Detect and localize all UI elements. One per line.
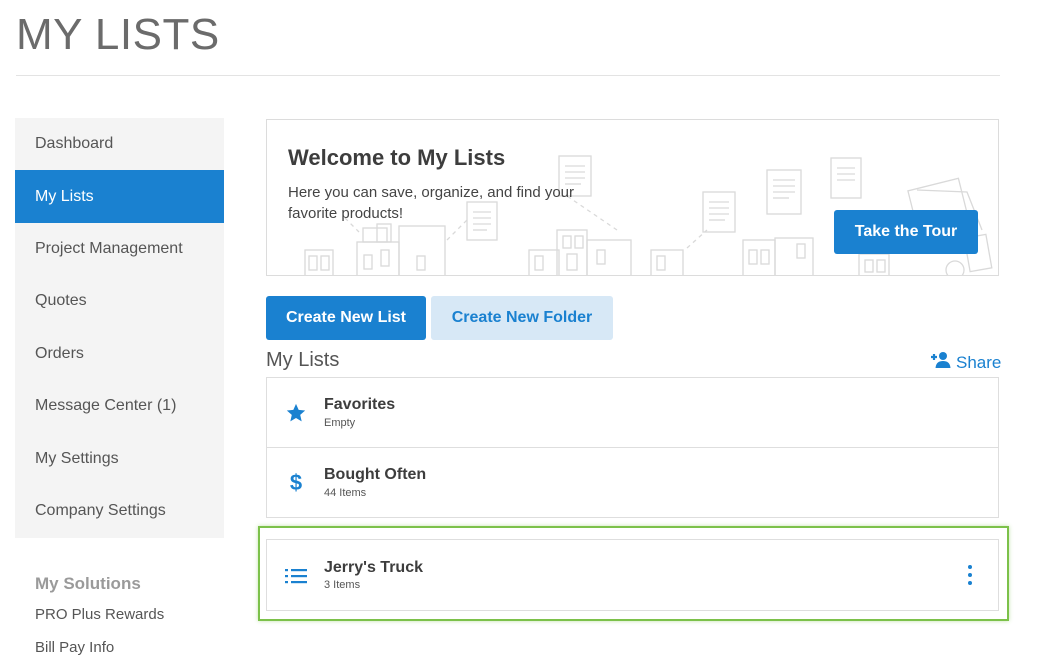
sidebar-item-label: Quotes — [35, 292, 87, 310]
star-icon — [285, 400, 307, 426]
sidebar-item-my-settings[interactable]: My Settings — [15, 432, 224, 484]
list-count: 3 Items — [324, 579, 361, 591]
sidebar-item-label: Company Settings — [35, 501, 166, 519]
list-name: Bought Often — [324, 466, 427, 483]
sidebar-item-label: Dashboard — [35, 135, 114, 153]
title-divider — [16, 75, 1000, 76]
solutions-heading: My Solutions — [35, 574, 141, 593]
dollar-icon: $ — [289, 470, 303, 495]
share-label: Share — [956, 352, 1002, 372]
sidebar-item-label: My Settings — [35, 449, 119, 467]
sidebar-item-dashboard[interactable]: Dashboard — [15, 118, 224, 170]
sidebar-item-label: Project Management — [35, 239, 183, 257]
sidebar-item-message-center[interactable]: Message Center (1) — [15, 380, 224, 432]
create-new-list-button[interactable]: Create New List — [266, 296, 426, 340]
list-icon — [285, 563, 307, 589]
list-item-bought-often[interactable]: $ Bought Often 44 Items — [267, 448, 998, 518]
sidebar-nav: Dashboard My Lists Project Management Qu… — [15, 118, 224, 538]
lists-table: Favorites Empty $ Bought Often 44 Items — [266, 377, 999, 518]
sidebar-item-orders[interactable]: Orders — [15, 328, 224, 380]
lists-section-title: My Lists — [266, 349, 340, 371]
list-name: Favorites — [324, 396, 396, 413]
share-link[interactable]: Share — [928, 351, 1001, 374]
banner-title: Welcome to My Lists — [288, 145, 506, 170]
sidebar-item-company-settings[interactable]: Company Settings — [15, 485, 224, 537]
list-item-favorites[interactable]: Favorites Empty — [267, 378, 998, 448]
sidebar-item-label: My Lists — [35, 187, 94, 205]
bill-pay-info-link[interactable]: Bill Pay Info — [35, 639, 114, 656]
add-person-icon — [928, 351, 952, 374]
pro-plus-rewards-link[interactable]: PRO Plus Rewards — [35, 606, 164, 623]
create-new-folder-button[interactable]: Create New Folder — [431, 296, 613, 340]
list-count: Empty — [324, 417, 356, 429]
sidebar-item-quotes[interactable]: Quotes — [15, 275, 224, 327]
list-item-jerrys-truck[interactable]: Jerry's Truck 3 Items — [266, 539, 999, 611]
welcome-banner: Welcome to My Lists Here you can save, o… — [266, 119, 999, 276]
sidebar-item-my-lists[interactable]: My Lists — [15, 170, 224, 223]
take-the-tour-button[interactable]: Take the Tour — [834, 210, 978, 254]
list-name: Jerry's Truck — [324, 559, 423, 576]
sidebar-item-project-management[interactable]: Project Management — [15, 223, 224, 275]
sidebar-item-label: Message Center (1) — [35, 397, 177, 415]
banner-description: Here you can save, organize, and find yo… — [288, 184, 575, 222]
sidebar-item-label: Orders — [35, 344, 84, 362]
list-count: 44 Items — [324, 487, 367, 499]
more-options-icon[interactable] — [966, 565, 974, 585]
page-title: MY LISTS — [16, 10, 220, 59]
